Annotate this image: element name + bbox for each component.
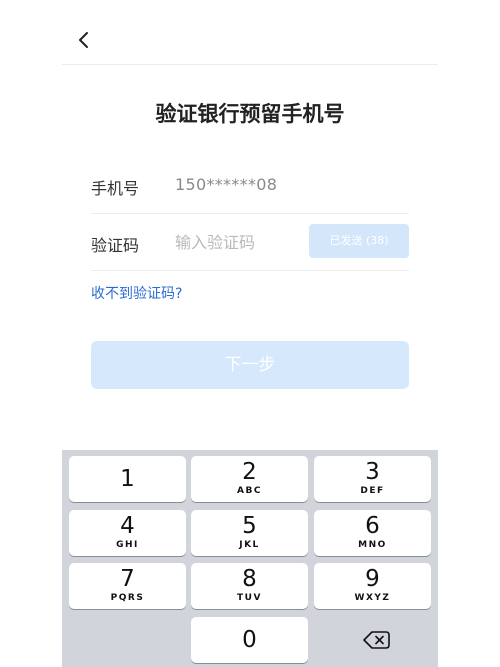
code-row: 验证码 已发送 (38) <box>91 214 409 271</box>
key-digit: 8 <box>242 566 257 592</box>
key-letters: MNO <box>358 540 387 550</box>
next-step-button[interactable]: 下一步 <box>91 341 409 389</box>
key-letters: WXYZ <box>354 593 391 603</box>
page-title: 验证银行预留手机号 <box>155 102 345 126</box>
key-letters: JKL <box>239 540 260 550</box>
key-letters: DEF <box>360 486 385 496</box>
key-digit: 3 <box>365 459 380 485</box>
numeric-keypad: 1 2 ABC 3 DEF 4 GHI 5 JKL 6 MNO 7 PQRS 8… <box>62 450 438 667</box>
key-5[interactable]: 5 JKL <box>191 510 308 556</box>
resend-code-button[interactable]: 已发送 (38) <box>309 224 409 258</box>
key-letters: TUV <box>237 593 262 603</box>
key-0[interactable]: 0 <box>191 617 308 663</box>
key-digit: 9 <box>365 566 380 592</box>
key-letters: PQRS <box>110 593 145 603</box>
code-input[interactable] <box>175 228 305 256</box>
key-digit: 5 <box>242 513 257 539</box>
key-9[interactable]: 9 WXYZ <box>314 563 431 609</box>
phone-row: 手机号 150******08 <box>91 157 409 214</box>
key-digit: 2 <box>242 459 257 485</box>
key-digit: 6 <box>365 513 380 539</box>
key-2[interactable]: 2 ABC <box>191 456 308 502</box>
phone-label: 手机号 <box>91 179 140 198</box>
key-digit: 1 <box>120 466 135 492</box>
delete-key[interactable] <box>314 617 431 663</box>
key-digit: 7 <box>120 566 135 592</box>
phone-value: 150******08 <box>175 175 278 194</box>
key-8[interactable]: 8 TUV <box>191 563 308 609</box>
key-letters: ABC <box>237 486 262 496</box>
no-code-help-link[interactable]: 收不到验证码? <box>91 283 182 303</box>
code-label: 验证码 <box>91 236 140 255</box>
key-3[interactable]: 3 DEF <box>314 456 431 502</box>
key-7[interactable]: 7 PQRS <box>69 563 186 609</box>
key-6[interactable]: 6 MNO <box>314 510 431 556</box>
nav-bar <box>62 0 438 65</box>
key-digit: 4 <box>120 513 135 539</box>
key-letters: GHI <box>116 540 139 550</box>
key-1[interactable]: 1 <box>69 456 186 502</box>
chevron-left-icon <box>79 32 88 48</box>
backspace-icon <box>363 631 390 649</box>
key-digit: 0 <box>242 627 257 653</box>
back-button[interactable] <box>72 28 96 52</box>
key-4[interactable]: 4 GHI <box>69 510 186 556</box>
